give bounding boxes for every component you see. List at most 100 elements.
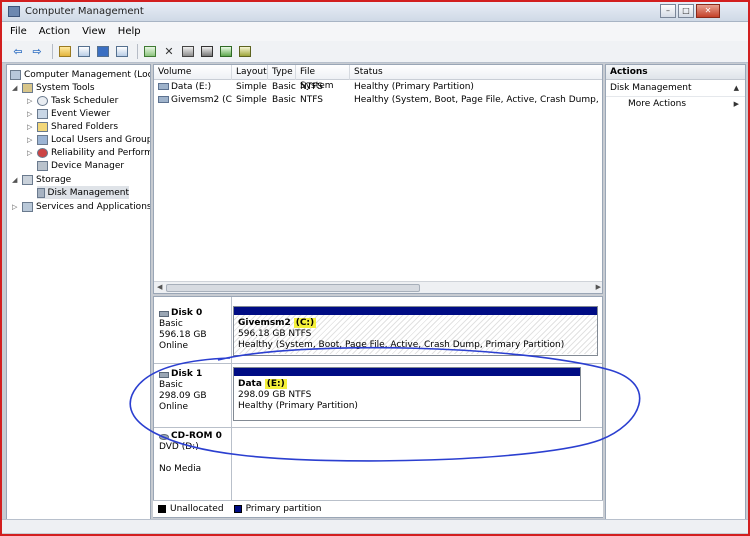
show-hide-tree-icon[interactable] [76, 44, 92, 59]
minimize-button[interactable]: – [660, 4, 676, 18]
file-system-cell: NTFS [300, 82, 323, 92]
status-bar [2, 519, 748, 533]
table-row[interactable]: Givemsm2 (C:) Simple Basic NTFS Healthy … [154, 94, 602, 107]
partition-data[interactable]: Data (E:) 298.09 GB NTFS Healthy (Primar… [233, 367, 581, 421]
primary-partition-swatch [233, 505, 242, 513]
tree-item-shared-folders[interactable]: ▷ Shared Folders [27, 120, 118, 133]
refresh-icon[interactable] [142, 44, 158, 59]
legend-primary: Primary partition [245, 504, 322, 514]
volume-list: Volume Layout Type File System Status Da… [153, 64, 603, 294]
tree-item-task-scheduler[interactable]: ▷ Task Scheduler [27, 94, 118, 107]
tree-item-label: Disk Management [47, 187, 129, 198]
expand-icon[interactable]: ▷ [27, 110, 35, 118]
divider [154, 363, 602, 364]
maximize-button[interactable]: □ [678, 4, 694, 18]
table-row[interactable]: Data (E:) Simple Basic NTFS Healthy (Pri… [154, 81, 602, 94]
tree-item-label: Shared Folders [51, 121, 119, 132]
tree-item-label: Services and Applications [36, 201, 151, 212]
tools-icon [22, 82, 33, 93]
delete-icon[interactable]: ✕ [161, 44, 177, 59]
column-header-type[interactable]: Type [268, 65, 296, 80]
layout-cell: Simple [236, 95, 267, 105]
disk-tools-icon[interactable] [237, 44, 253, 59]
scrollbar-thumb[interactable] [166, 284, 420, 292]
actions-title: Actions [606, 65, 745, 80]
expand-icon[interactable]: ▷ [27, 149, 35, 157]
menu-action[interactable]: Action [39, 26, 70, 37]
search-icon[interactable] [218, 44, 234, 59]
type-cell: Basic [272, 82, 296, 92]
title-bar: Computer Management – □ ✕ [2, 2, 748, 22]
services-icon [22, 201, 33, 212]
computer-icon [10, 69, 21, 80]
menu-view[interactable]: View [82, 26, 106, 37]
up-folder-icon[interactable] [57, 44, 73, 59]
menu-bar: File Action View Help [2, 22, 748, 41]
expand-icon[interactable]: ▷ [27, 123, 35, 131]
scroll-left-icon[interactable]: ◀ [157, 283, 162, 291]
shared-folder-icon [37, 121, 48, 132]
divider [231, 297, 232, 501]
column-header-layout[interactable]: Layout [232, 65, 268, 80]
collapse-icon[interactable]: ◢ [12, 84, 20, 92]
toolbar-separator [137, 44, 138, 59]
primary-partition-bar [234, 307, 597, 315]
more-actions-item[interactable]: More Actions ▶ [606, 97, 745, 112]
open-folder-icon[interactable] [180, 44, 196, 59]
disk-0-label[interactable]: Disk 0 Basic 596.18 GB Online [159, 308, 231, 352]
menu-file[interactable]: File [10, 26, 27, 37]
tree-root-label: Computer Management (Local [24, 69, 151, 80]
tree-item-services[interactable]: ▷ Services and Applications [12, 200, 151, 213]
divider [154, 427, 602, 428]
tree-item-device-manager[interactable]: Device Manager [37, 159, 124, 172]
navigation-tree: Computer Management (Local ◢ System Tool… [6, 64, 151, 530]
tree-item-label: Storage [36, 174, 72, 185]
disk-1-label[interactable]: Disk 1 Basic 298.09 GB Online [159, 369, 231, 413]
disk-management-icon [37, 187, 45, 198]
device-manager-icon [37, 160, 48, 171]
horizontal-scrollbar[interactable]: ◀ ▶ [154, 281, 602, 293]
tree-item-event-viewer[interactable]: ▷ Event Viewer [27, 107, 110, 120]
export-icon[interactable] [199, 44, 215, 59]
volume-icon [158, 96, 169, 103]
chevron-right-icon: ▶ [733, 100, 739, 108]
forward-arrow-icon[interactable]: ⇨ [29, 44, 45, 59]
computer-management-icon [8, 6, 20, 17]
column-header-status[interactable]: Status [350, 65, 602, 80]
volume-list-header: Volume Layout Type File System Status [154, 65, 602, 91]
cdrom-0-label[interactable]: CD-ROM 0 DVD (D:) No Media [159, 431, 231, 475]
volume-icon [158, 83, 169, 90]
collapse-up-icon[interactable]: ▲ [734, 80, 739, 97]
toolbar: ⇦ ⇨ ✕ [2, 41, 748, 63]
properties-icon[interactable] [114, 44, 130, 59]
performance-icon [37, 147, 48, 158]
tree-item-label: Reliability and Performa [51, 147, 151, 158]
help-icon[interactable] [95, 44, 111, 59]
expand-icon[interactable]: ▷ [27, 136, 35, 144]
scroll-right-icon[interactable]: ▶ [596, 283, 601, 291]
actions-pane: Actions Disk Management ▲ More Actions ▶ [605, 64, 746, 530]
volume-cell: Data (E:) [154, 81, 232, 94]
actions-section-disk-management[interactable]: Disk Management ▲ [606, 80, 745, 97]
back-arrow-icon[interactable]: ⇦ [10, 44, 26, 59]
primary-partition-bar [234, 368, 580, 376]
menu-help[interactable]: Help [118, 26, 141, 37]
expand-icon[interactable]: ▷ [27, 97, 35, 105]
column-header-file-system[interactable]: File System [296, 65, 350, 91]
tree-item-local-users[interactable]: ▷ Local Users and Groups [27, 133, 150, 146]
expand-icon[interactable]: ▷ [12, 203, 20, 211]
column-header-volume[interactable]: Volume [154, 65, 232, 80]
close-button[interactable]: ✕ [696, 4, 720, 18]
disk-map: Disk 0 Basic 596.18 GB Online Givemsm2 (… [153, 296, 603, 518]
toolbar-separator [52, 44, 53, 59]
tree-item-disk-management[interactable]: Disk Management [37, 186, 129, 199]
partition-givemsm2[interactable]: Givemsm2 (C:) 596.18 GB NTFS Healthy (Sy… [233, 306, 598, 356]
tree-item-storage[interactable]: ◢ Storage [12, 173, 71, 186]
tree-item-system-tools[interactable]: ◢ System Tools [12, 81, 95, 94]
drive-letter-highlight: (E:) [264, 379, 287, 389]
collapse-icon[interactable]: ◢ [12, 176, 20, 184]
tree-item-reliability[interactable]: ▷ Reliability and Performa [27, 146, 151, 159]
disk-icon [159, 310, 169, 317]
clock-icon [37, 95, 48, 106]
tree-root[interactable]: Computer Management (Local [10, 68, 151, 81]
